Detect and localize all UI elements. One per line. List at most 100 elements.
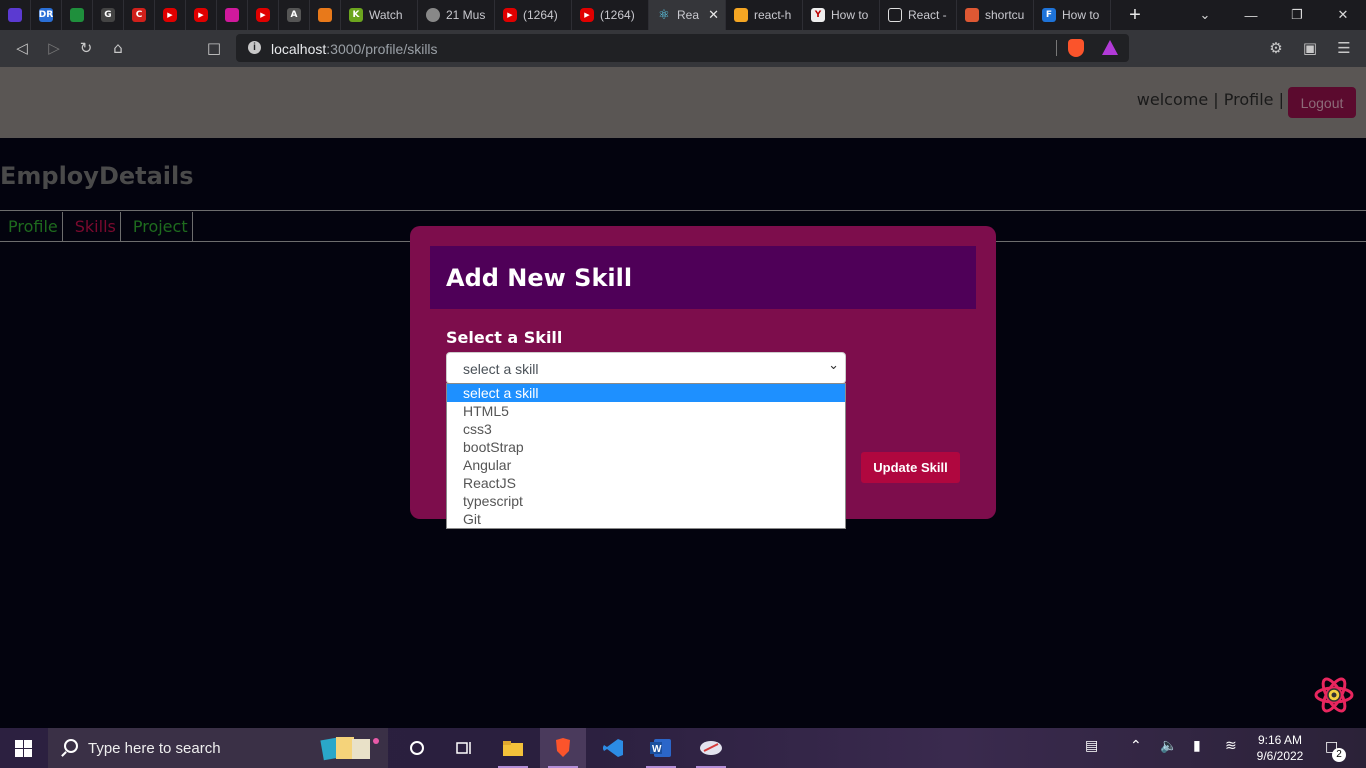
tab-title: shortcu xyxy=(985,8,1025,22)
react-devtools-icon[interactable] xyxy=(1314,675,1354,715)
c-icon: C xyxy=(132,8,146,22)
browser-tab[interactable] xyxy=(62,0,93,30)
browser-tab[interactable]: G xyxy=(93,0,124,30)
tab-profile[interactable]: Profile xyxy=(0,212,63,241)
game-icon xyxy=(70,8,84,22)
browser-tab[interactable]: ▶ xyxy=(155,0,186,30)
extensions-icon[interactable]: ⚙ xyxy=(1266,38,1286,58)
tab-search-icon[interactable]: ⌄ xyxy=(1182,0,1228,30)
cortana-icon[interactable] xyxy=(394,728,440,768)
browser-tab[interactable]: ▶ (1264) xyxy=(572,0,649,30)
word-icon[interactable]: W xyxy=(638,728,684,768)
browser-tab[interactable]: react-h xyxy=(726,0,803,30)
reload-icon[interactable]: ↻ xyxy=(76,38,96,58)
browser-tab[interactable]: React - xyxy=(880,0,957,30)
modal-title: Add New Skill xyxy=(446,264,633,292)
show-hidden-icons[interactable]: ⌃ xyxy=(1130,738,1142,754)
maximize-icon[interactable]: ❐ xyxy=(1274,0,1320,30)
skill-option[interactable]: ReactJS xyxy=(447,474,845,492)
brave-browser-icon[interactable] xyxy=(540,728,586,768)
brand-title: EmployDetails xyxy=(0,162,194,190)
g-icon: G xyxy=(101,8,115,22)
browser-tab[interactable]: Y How to xyxy=(803,0,880,30)
tab-project[interactable]: Project xyxy=(121,212,193,241)
vscode-icon[interactable] xyxy=(590,728,636,768)
system-clock[interactable]: 9:16 AM 9/6/2022 xyxy=(1252,732,1308,764)
browser-tab-strip: DR G C ▶ ▶ ▶ A K Watch 21 Mus ▶ (1264) ▶ (1264) ⚛ Rea ✕ r… xyxy=(0,0,1366,30)
browser-tab[interactable]: shortcu xyxy=(957,0,1034,30)
browser-toolbar: ◁ ▷ ↻ ⌂ □ i localhost:3000/profile/skill… xyxy=(0,30,1366,67)
chevron-down-icon: ⌄ xyxy=(828,358,839,373)
brave-rewards-icon[interactable] xyxy=(1102,40,1118,55)
update-skill-button[interactable]: Update Skill xyxy=(861,452,960,483)
taskbar-search-placeholder: Type here to search xyxy=(88,740,221,757)
firebase-icon xyxy=(734,8,748,22)
new-tab-button[interactable]: + xyxy=(1125,4,1145,27)
windows-start-icon[interactable] xyxy=(15,740,32,757)
close-window-icon[interactable]: ✕ xyxy=(1320,0,1366,30)
browser-tab[interactable]: ▶ xyxy=(248,0,279,30)
skill-option[interactable]: bootStrap xyxy=(447,438,845,456)
site-info-icon[interactable]: i xyxy=(248,41,261,54)
browser-tab[interactable]: A xyxy=(279,0,310,30)
snipping-tool-icon[interactable] xyxy=(688,728,734,768)
tab-title: How to xyxy=(1062,8,1100,22)
browser-tab[interactable]: F How to xyxy=(1034,0,1111,30)
menu-icon[interactable]: ☰ xyxy=(1334,38,1354,58)
skill-select[interactable]: select a skill ⌄ xyxy=(446,352,846,384)
network-icon[interactable]: ≋ xyxy=(1225,738,1237,754)
browser-tab[interactable]: ▶ (1264) xyxy=(495,0,572,30)
task-view-icon[interactable] xyxy=(440,728,486,768)
wallet-icon[interactable]: ▣ xyxy=(1300,38,1320,58)
logout-button[interactable]: Logout xyxy=(1288,87,1356,118)
browser-tab[interactable]: ▶ xyxy=(186,0,217,30)
taskbar-search[interactable]: Type here to search xyxy=(48,728,388,768)
brave-shields-icon[interactable] xyxy=(1068,39,1084,57)
url-text[interactable]: localhost:3000/profile/skills xyxy=(271,41,438,57)
skill-option[interactable]: Angular xyxy=(447,456,845,474)
profile-link[interactable]: Profile xyxy=(1224,90,1274,109)
skill-option[interactable]: HTML5 xyxy=(447,402,845,420)
battery-icon[interactable]: ▮ xyxy=(1193,738,1201,754)
news-icon[interactable]: ▤ xyxy=(1085,738,1098,754)
f-icon: F xyxy=(1042,8,1056,22)
a-icon: A xyxy=(287,8,301,22)
tor-icon xyxy=(8,8,22,22)
browser-tab[interactable]: K Watch xyxy=(341,0,418,30)
home-icon[interactable]: ⌂ xyxy=(108,38,128,58)
header-separator: | xyxy=(1278,90,1284,109)
clock-time: 9:16 AM xyxy=(1257,733,1303,747)
address-bar[interactable]: i localhost:3000/profile/skills xyxy=(236,34,1129,62)
file-explorer-icon[interactable] xyxy=(490,728,536,768)
welcome-text: welcome xyxy=(1136,90,1209,109)
address-divider xyxy=(1056,40,1057,56)
header-separator: | xyxy=(1213,90,1219,109)
duck-icon xyxy=(965,8,979,22)
tab-title: (1264) xyxy=(523,8,558,22)
browser-tab[interactable]: C xyxy=(124,0,155,30)
minimize-icon[interactable]: — xyxy=(1228,0,1274,30)
volume-icon[interactable]: 🔈 xyxy=(1160,738,1177,754)
app-header: welcome | Profile | Logout xyxy=(0,67,1366,138)
browser-tab[interactable]: 21 Mus xyxy=(418,0,495,30)
browser-tab[interactable]: ⚛ Rea ✕ xyxy=(649,0,726,30)
tab-title: Watch xyxy=(369,8,403,22)
browser-tab[interactable] xyxy=(217,0,248,30)
browser-tab[interactable] xyxy=(310,0,341,30)
skill-option[interactable]: typescript xyxy=(447,492,845,510)
skill-option[interactable]: select a skill xyxy=(447,384,845,402)
browser-tab[interactable]: DR xyxy=(31,0,62,30)
bookmark-icon[interactable]: □ xyxy=(204,38,224,58)
close-tab-icon[interactable]: ✕ xyxy=(708,7,719,23)
browser-tab[interactable] xyxy=(0,0,31,30)
forward-icon[interactable]: ▷ xyxy=(44,38,64,58)
tab-skills[interactable]: Skills xyxy=(63,212,121,241)
page-content: welcome | Profile | Logout EmployDetails… xyxy=(0,67,1366,728)
skill-option[interactable]: css3 xyxy=(447,420,845,438)
youtube-icon: ▶ xyxy=(256,8,270,22)
back-icon[interactable]: ◁ xyxy=(12,38,32,58)
skill-option[interactable]: Git xyxy=(447,510,845,528)
skill-select-label: Select a Skill xyxy=(446,328,563,347)
dr-icon: DR xyxy=(38,8,54,22)
notification-count-badge: 2 xyxy=(1332,748,1346,762)
